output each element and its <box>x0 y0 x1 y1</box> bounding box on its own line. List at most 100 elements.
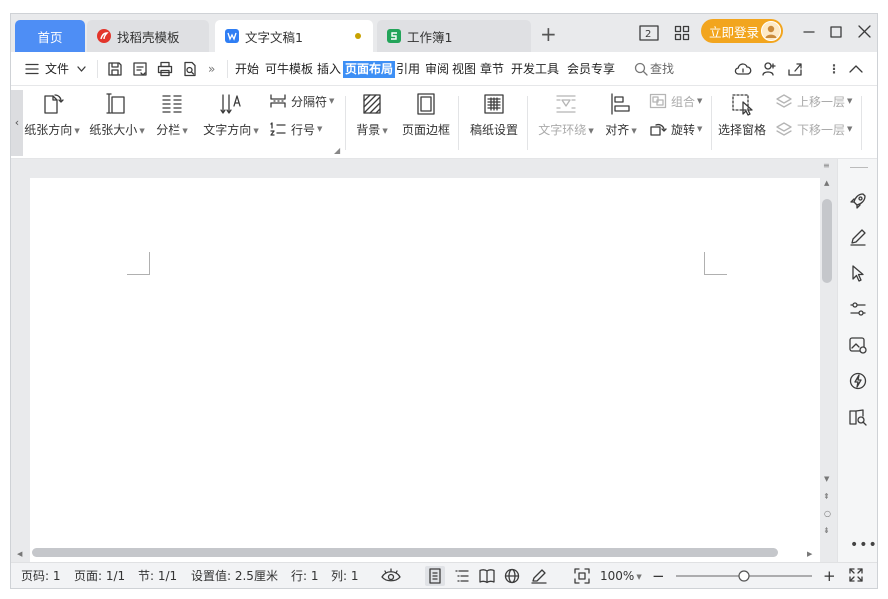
grid-paper-button[interactable]: 稿纸设置 <box>467 92 521 138</box>
ribbon-scroll-left-icon[interactable]: ‹ <box>11 90 23 156</box>
minimize-icon[interactable] <box>803 26 815 38</box>
background-button[interactable]: 背景 ▼ <box>351 92 393 138</box>
paper-size-icon <box>106 93 125 114</box>
prev-page-icon[interactable]: ⇞ <box>823 492 830 501</box>
zoom-in-icon[interactable]: + <box>823 563 836 588</box>
orientation-button[interactable]: 纸张方向 ▼ <box>23 92 81 138</box>
cursor-select-icon[interactable] <box>848 263 868 283</box>
maximize-icon[interactable] <box>830 26 842 38</box>
grid-paper-icon <box>484 94 504 114</box>
status-page-number[interactable]: 页码: 1 <box>21 563 61 588</box>
menu-insert[interactable]: 插入 <box>317 52 341 86</box>
tab-document[interactable]: 文字文稿1 <box>215 20 373 52</box>
properties-sliders-icon[interactable] <box>848 299 868 319</box>
menu-review[interactable]: 审阅 <box>425 52 449 86</box>
print-preview-icon[interactable] <box>182 61 198 77</box>
scroll-down-icon[interactable]: ▼ <box>824 475 829 483</box>
book-search-icon[interactable] <box>848 407 868 427</box>
pen-icon[interactable] <box>848 227 868 247</box>
browse-object-icon[interactable]: ○ <box>824 509 831 518</box>
menu-developer[interactable]: 开发工具 <box>511 52 559 86</box>
send-backward-button[interactable]: 下移一层 ▼ <box>775 120 852 138</box>
vertical-scroll-thumb[interactable] <box>822 199 832 283</box>
menu-file[interactable]: 文件 <box>45 52 69 86</box>
hamburger-icon[interactable] <box>25 63 39 75</box>
new-tab-plus-icon[interactable]: + <box>540 24 557 44</box>
more-vertical-icon[interactable]: ⋮ <box>828 52 840 86</box>
scroll-left-icon[interactable]: ◀ <box>17 550 22 558</box>
save-icon[interactable] <box>107 61 123 77</box>
more-horizontal-icon[interactable]: ••• <box>850 537 877 553</box>
text-direction-label: 文字方向 <box>203 123 252 137</box>
zoom-out-icon[interactable]: − <box>652 563 665 588</box>
selection-pane-button[interactable]: 选择窗格 <box>715 92 769 138</box>
print-icon[interactable] <box>157 61 173 77</box>
tab-template[interactable]: 找稻壳模板 <box>87 20 209 52</box>
paper-size-button[interactable]: 纸张大小 ▼ <box>87 92 147 138</box>
multi-window-icon[interactable]: 2 <box>639 25 659 41</box>
scroll-up-icon[interactable]: ▲ <box>824 179 829 187</box>
page-setup-launcher-icon[interactable]: ◢ <box>334 146 340 155</box>
eye-protection-icon[interactable] <box>381 568 401 584</box>
write-mode-icon[interactable] <box>530 568 548 584</box>
next-page-icon[interactable]: ⇟ <box>823 526 830 535</box>
menu-references[interactable]: 引用 <box>396 52 420 86</box>
columns-icon <box>162 95 182 113</box>
menu-chapter[interactable]: 章节 <box>480 52 504 86</box>
status-row[interactable]: 行: 1 <box>291 563 319 588</box>
rotate-button[interactable]: 旋转 ▼ <box>649 120 702 138</box>
columns-button[interactable]: 分栏 ▼ <box>153 92 191 138</box>
zoom-slider[interactable] <box>674 569 814 583</box>
menu-view[interactable]: 视图 <box>452 52 476 86</box>
menu-template[interactable]: 可牛模板 <box>265 52 313 86</box>
text-direction-button[interactable]: 文字方向 ▼ <box>201 92 261 138</box>
document-page[interactable] <box>30 178 820 562</box>
zoom-level[interactable]: 100% ▼ <box>600 563 642 588</box>
login-button[interactable]: 立即登录 <box>701 19 783 43</box>
selection-pane-label: 选择窗格 <box>717 123 766 137</box>
wrap-text-icon <box>556 95 576 113</box>
collapse-ribbon-icon[interactable] <box>849 65 863 73</box>
menu-page-layout[interactable]: 页面布局 <box>343 61 396 78</box>
status-setting-value[interactable]: 设置值: 2.5厘米 <box>191 563 278 588</box>
scroll-right-icon[interactable]: ▶ <box>807 550 812 558</box>
split-handle-icon[interactable]: ≡ <box>823 162 830 170</box>
picture-tools-icon[interactable] <box>848 335 868 355</box>
breaks-button[interactable]: 分隔符 ▼ <box>269 92 334 110</box>
tab-workbook[interactable]: 工作簿1 <box>377 20 531 52</box>
more-chevron-icon[interactable]: » <box>208 52 215 86</box>
fit-page-icon[interactable] <box>574 568 590 584</box>
menu-start[interactable]: 开始 <box>235 52 259 86</box>
outline-view-icon[interactable] <box>454 568 470 584</box>
cloud-sync-icon[interactable] <box>734 61 752 77</box>
rocket-icon[interactable] <box>848 191 868 211</box>
tab-home[interactable]: 首页 <box>15 20 85 52</box>
page-view-icon[interactable] <box>425 566 445 586</box>
status-section[interactable]: 节: 1/1 <box>138 563 177 588</box>
lightning-icon[interactable] <box>848 371 868 391</box>
web-view-icon[interactable] <box>504 568 520 584</box>
close-icon[interactable] <box>858 25 871 38</box>
search-icon <box>634 62 648 76</box>
share-icon[interactable] <box>787 61 803 77</box>
align-button[interactable]: 对齐 ▼ <box>603 92 639 138</box>
chevron-down-icon[interactable] <box>77 66 86 72</box>
bring-forward-button[interactable]: 上移一层 ▼ <box>775 92 852 110</box>
group-button[interactable]: 组合 ▼ <box>649 92 702 110</box>
apps-grid-icon[interactable] <box>674 25 690 41</box>
menu-vip[interactable]: 会员专享 <box>567 52 615 86</box>
unsaved-dot-icon <box>355 33 361 39</box>
wrap-text-button[interactable]: 文字环绕 ▼ <box>535 92 597 138</box>
page-border-button[interactable]: 页面边框 <box>399 92 453 138</box>
reading-view-icon[interactable] <box>478 568 496 584</box>
fullscreen-icon[interactable] <box>849 568 863 582</box>
horizontal-scroll-thumb[interactable] <box>32 548 778 557</box>
sheet-doc-icon <box>387 29 401 43</box>
line-numbers-button[interactable]: 行号 ▼ <box>269 120 322 138</box>
search-box[interactable]: 查找 <box>634 52 674 86</box>
export-pdf-icon[interactable] <box>132 61 148 77</box>
status-pages[interactable]: 页面: 1/1 <box>74 563 125 588</box>
status-column[interactable]: 列: 1 <box>331 563 359 588</box>
send-backward-label: 下移一层 <box>797 122 846 137</box>
collaborate-icon[interactable] <box>761 61 777 77</box>
